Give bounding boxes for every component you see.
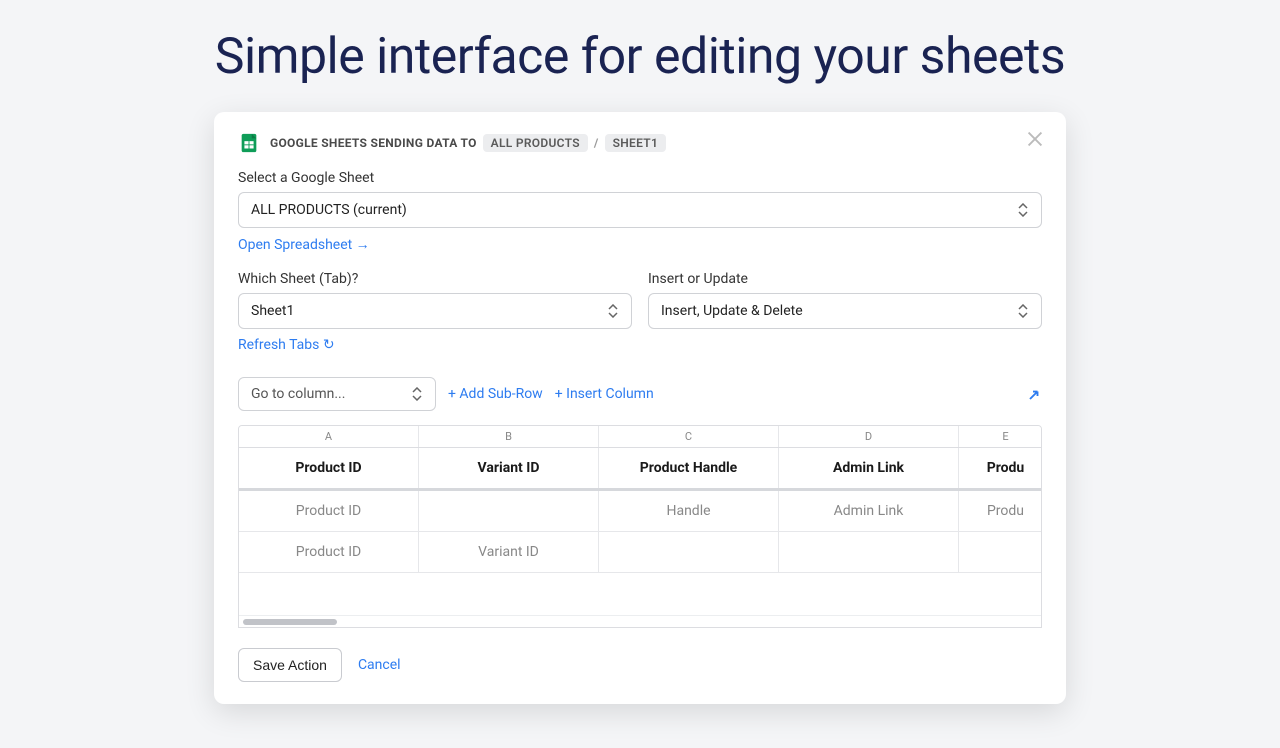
- select-sheet-label: Select a Google Sheet: [238, 170, 1042, 186]
- col-letter: C: [599, 426, 779, 447]
- refresh-tabs-link[interactable]: Refresh Tabs ↻: [238, 337, 335, 353]
- add-sub-row-button[interactable]: + Add Sub-Row: [448, 386, 543, 402]
- table-column-letters: A B C D E: [239, 426, 1041, 448]
- which-tab-value: Sheet1: [251, 303, 294, 319]
- data-cell[interactable]: Produ: [959, 491, 1042, 531]
- cancel-button[interactable]: Cancel: [358, 657, 401, 673]
- table-row: Product ID Variant ID: [239, 532, 1041, 573]
- modal-header: GOOGLE SHEETS SENDING DATA TO ALL PRODUC…: [238, 132, 1042, 154]
- data-cell[interactable]: [959, 532, 1042, 572]
- go-to-column-dropdown[interactable]: Go to column...: [238, 377, 436, 411]
- header-cell[interactable]: Product Handle: [599, 448, 779, 488]
- google-sheets-icon: [238, 132, 260, 154]
- data-cell[interactable]: Product ID: [239, 532, 419, 572]
- header-prefix: GOOGLE SHEETS SENDING DATA TO: [270, 136, 477, 150]
- header-chip-sheet: SHEET1: [605, 134, 667, 152]
- data-cell[interactable]: Variant ID: [419, 532, 599, 572]
- open-spreadsheet-link[interactable]: Open Spreadsheet →: [238, 236, 370, 253]
- header-cell[interactable]: Product ID: [239, 448, 419, 488]
- data-cell[interactable]: Admin Link: [779, 491, 959, 531]
- insert-update-value: Insert, Update & Delete: [661, 303, 803, 319]
- select-sheet-dropdown[interactable]: ALL PRODUCTS (current): [238, 192, 1042, 228]
- header-cell[interactable]: Admin Link: [779, 448, 959, 488]
- go-to-column-value: Go to column...: [251, 386, 345, 402]
- updown-icon: [607, 304, 619, 318]
- table-header-row: Product ID Variant ID Product Handle Adm…: [239, 448, 1041, 491]
- which-tab-dropdown[interactable]: Sheet1: [238, 293, 632, 329]
- data-cell[interactable]: [599, 532, 779, 572]
- save-action-button[interactable]: Save Action: [238, 648, 342, 682]
- updown-icon: [1017, 304, 1029, 318]
- which-tab-label: Which Sheet (Tab)?: [238, 271, 632, 287]
- table-row: Product ID Handle Admin Link Produ: [239, 491, 1041, 532]
- page-title: Simple interface for editing your sheets: [0, 28, 1280, 86]
- data-cell[interactable]: Handle: [599, 491, 779, 531]
- table-empty-row: [239, 573, 1041, 615]
- col-letter: E: [959, 426, 1042, 447]
- select-sheet-value: ALL PRODUCTS (current): [251, 202, 407, 218]
- data-cell[interactable]: [779, 532, 959, 572]
- updown-icon: [1017, 203, 1029, 217]
- insert-update-label: Insert or Update: [648, 271, 1042, 287]
- header-chip-products: ALL PRODUCTS: [483, 134, 588, 152]
- slash-separator: /: [594, 136, 599, 150]
- col-letter: B: [419, 426, 599, 447]
- close-icon[interactable]: [1024, 128, 1046, 150]
- insert-update-dropdown[interactable]: Insert, Update & Delete: [648, 293, 1042, 329]
- header-cell[interactable]: Produ: [959, 448, 1042, 488]
- col-letter: A: [239, 426, 419, 447]
- updown-icon: [411, 387, 423, 401]
- insert-column-button[interactable]: + Insert Column: [555, 386, 654, 402]
- data-cell[interactable]: [419, 491, 599, 531]
- expand-icon[interactable]: [1024, 387, 1042, 405]
- horizontal-scrollbar[interactable]: [239, 615, 1041, 627]
- modal-card: GOOGLE SHEETS SENDING DATA TO ALL PRODUC…: [214, 112, 1066, 704]
- data-cell[interactable]: Product ID: [239, 491, 419, 531]
- scrollbar-thumb[interactable]: [243, 619, 337, 625]
- col-letter: D: [779, 426, 959, 447]
- columns-table: A B C D E Product ID Variant ID Product …: [238, 425, 1042, 628]
- header-cell[interactable]: Variant ID: [419, 448, 599, 488]
